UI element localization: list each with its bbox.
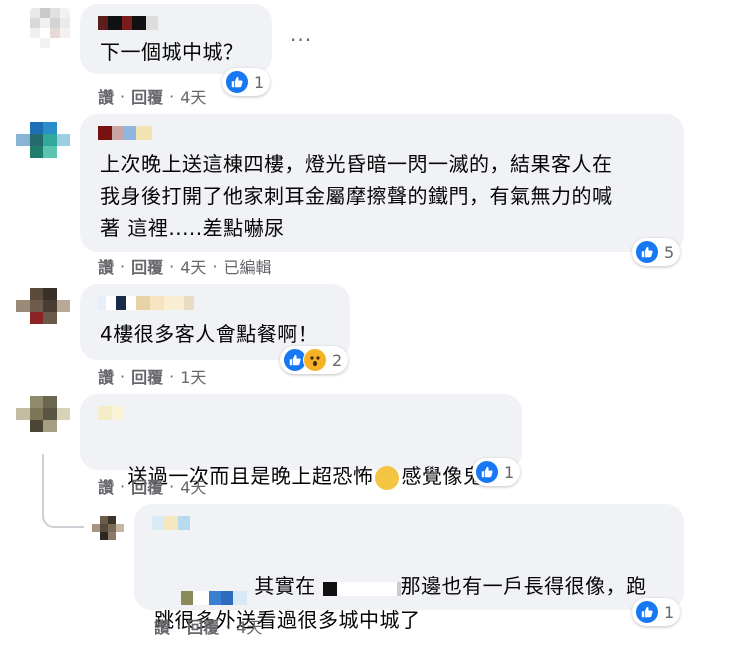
timestamp[interactable]: 4天 xyxy=(236,614,262,638)
avatar[interactable] xyxy=(92,516,124,548)
comment-text: 4樓很多客人會點餐啊！ xyxy=(100,322,319,346)
like-link[interactable]: 讚 xyxy=(98,254,114,278)
timestamp[interactable]: 1天 xyxy=(180,364,206,388)
comment-actions: 讚 · 回覆 · 4天 · 已編輯 xyxy=(98,254,272,278)
reaction-count: 1 xyxy=(504,462,515,482)
reaction-summary[interactable]: 5 xyxy=(632,238,681,266)
commenter-name[interactable] xyxy=(98,296,194,310)
separator: · xyxy=(169,256,175,276)
comment-actions: 讚 · 回覆 · 1天 xyxy=(98,364,206,388)
comment-text: 其實在 那邊也有一戶長得很像，跑 跳很多外送看過很多城中城了 xyxy=(154,538,647,668)
like-link[interactable]: 讚 xyxy=(154,614,170,638)
comment-text: 下一個城中城？ xyxy=(100,40,244,64)
reply-link[interactable]: 回覆 xyxy=(131,254,163,278)
comment-bubble: 上次晚上送這棟四樓，燈光昏暗一閃一滅的，結果客人在 我身後打開了他家刺耳金屬摩擦… xyxy=(80,114,684,252)
like-link[interactable]: 讚 xyxy=(98,364,114,388)
separator: · xyxy=(169,366,175,386)
reaction-count: 2 xyxy=(332,350,343,370)
like-icon xyxy=(475,460,499,484)
like-icon xyxy=(635,240,659,264)
reaction-count: 1 xyxy=(664,602,675,622)
comment-actions: 讚 · 回覆 · 4天 xyxy=(154,614,262,638)
like-link[interactable]: 讚 xyxy=(98,84,114,108)
commenter-name[interactable] xyxy=(152,516,190,530)
edited-label: 已編輯 xyxy=(223,258,272,277)
separator: · xyxy=(120,256,126,276)
avatar[interactable] xyxy=(16,288,70,336)
separator: · xyxy=(176,616,182,636)
comment-bubble: 下一個城中城？ xyxy=(80,4,272,74)
reaction-count: 5 xyxy=(664,242,675,262)
separator: · xyxy=(120,476,126,496)
reaction-count: 1 xyxy=(254,72,265,92)
timestamp[interactable]: 4天 xyxy=(180,254,206,278)
avatar[interactable] xyxy=(16,122,70,170)
comment-text-part: 那邊也有一戶長得很像，跑 xyxy=(400,574,647,598)
avatar[interactable] xyxy=(16,396,70,444)
reply-link[interactable]: 回覆 xyxy=(131,474,163,498)
reaction-summary[interactable]: 2 xyxy=(280,346,349,374)
separator: · xyxy=(120,366,126,386)
separator: · xyxy=(120,86,126,106)
comment-text: 上次晚上送這棟四樓，燈光昏暗一閃一滅的，結果客人在 我身後打開了他家刺耳金屬摩擦… xyxy=(100,152,613,240)
commenter-name[interactable] xyxy=(98,126,152,140)
avatar[interactable] xyxy=(30,8,70,48)
separator: · xyxy=(169,86,175,106)
commenter-name[interactable] xyxy=(98,406,124,420)
timestamp[interactable]: 4天 xyxy=(180,474,206,498)
mention-tag[interactable] xyxy=(322,572,401,604)
comment-actions: 讚 · 回覆 · 4天 xyxy=(98,474,206,498)
comment-bubble: 送過一次而且是晚上超恐怖 感覺像鬼屋 xyxy=(80,394,522,551)
like-icon xyxy=(635,600,659,624)
reply-link[interactable]: 回覆 xyxy=(131,84,163,108)
reaction-summary[interactable]: 1 xyxy=(472,458,521,486)
separator: · xyxy=(169,476,175,496)
wow-icon xyxy=(303,348,327,372)
timestamp[interactable]: 4天 xyxy=(180,84,206,108)
comment-text-part: 其實在 xyxy=(254,574,316,598)
comment-bubble: 其實在 那邊也有一戶長得很像，跑 跳很多外送看過很多城中城了 xyxy=(134,504,684,632)
separator: · xyxy=(212,256,218,276)
reaction-summary[interactable]: 1 xyxy=(632,598,681,626)
like-link[interactable]: 讚 xyxy=(98,474,114,498)
reply-link[interactable]: 回覆 xyxy=(187,614,219,638)
reply-link[interactable]: 回覆 xyxy=(131,364,163,388)
reply-thread-line xyxy=(42,454,84,528)
reaction-summary[interactable]: 1 xyxy=(222,68,271,96)
more-options-icon[interactable]: ··· xyxy=(290,28,312,52)
mention-tag[interactable] xyxy=(181,581,248,605)
like-icon xyxy=(225,70,249,94)
commenter-name[interactable] xyxy=(98,16,158,30)
scream-emoji-icon xyxy=(375,465,400,551)
separator: · xyxy=(225,616,231,636)
comment-actions: 讚 · 回覆 · 4天 xyxy=(98,84,206,108)
